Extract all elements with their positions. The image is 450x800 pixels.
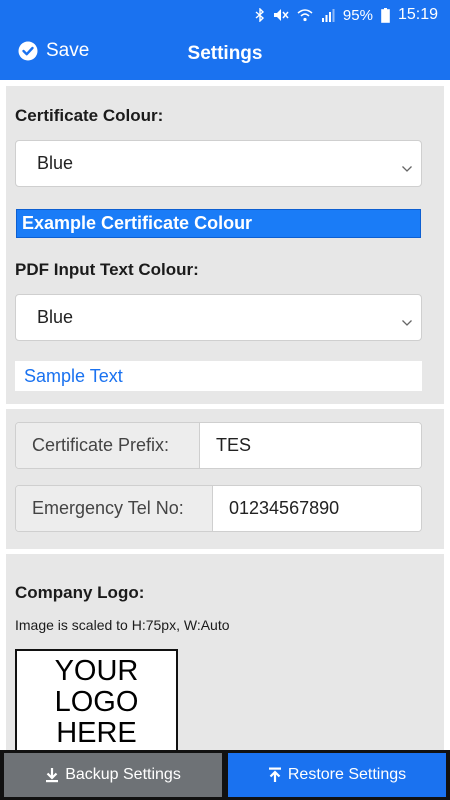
chevron-down-icon: [401, 311, 413, 332]
status-bar: 95% 15:19: [0, 0, 450, 30]
company-logo-placeholder[interactable]: YOUR LOGO HERE: [15, 649, 178, 750]
example-certificate-colour: Example Certificate Colour: [16, 209, 421, 238]
app-bar: Save Settings: [0, 30, 450, 80]
logo-scale-hint: Image is scaled to H:75px, W:Auto: [15, 617, 230, 633]
pdf-text-colour-select[interactable]: Blue: [15, 294, 422, 341]
backup-settings-button[interactable]: Backup Settings: [4, 753, 222, 797]
upload-icon: [268, 767, 282, 783]
logo-placeholder-line: HERE: [56, 717, 137, 749]
certificate-prefix-group: Certificate Prefix: TES: [15, 422, 422, 469]
logo-placeholder-line: LOGO: [54, 686, 139, 718]
signal-icon: [321, 8, 335, 22]
wifi-icon: [297, 8, 313, 22]
restore-settings-label: Restore Settings: [287, 766, 407, 783]
pdf-text-colour-value: Blue: [37, 307, 74, 327]
certificate-colour-select[interactable]: Blue: [15, 140, 422, 187]
certificate-colour-value: Blue: [37, 153, 74, 173]
download-icon: [45, 767, 59, 783]
company-logo-label: Company Logo:: [15, 583, 145, 602]
emergency-tel-group: Emergency Tel No: 01234567890: [15, 485, 422, 532]
certificate-details-panel: Certificate Prefix: TES Emergency Tel No…: [6, 409, 444, 549]
bluetooth-icon: [255, 8, 265, 22]
certificate-prefix-input[interactable]: TES: [200, 423, 421, 468]
battery-level: 95%: [342, 6, 373, 24]
page-title: Settings: [187, 43, 263, 64]
sample-text-preview: Sample Text: [15, 361, 422, 391]
battery-icon: [381, 7, 390, 23]
company-logo-panel: Company Logo: Image is scaled to H:75px,…: [6, 554, 444, 750]
clock: 15:19: [397, 6, 438, 23]
backup-settings-label: Backup Settings: [65, 766, 181, 783]
pdf-text-colour-label: PDF Input Text Colour:: [15, 260, 199, 279]
restore-settings-button[interactable]: Restore Settings: [228, 753, 446, 797]
settings-content[interactable]: Certificate Colour: Blue Example Certifi…: [0, 80, 450, 750]
colour-settings-panel: Certificate Colour: Blue Example Certifi…: [6, 86, 444, 404]
logo-placeholder-line: YOUR: [54, 655, 139, 687]
bottom-action-bar: Backup Settings Restore Settings: [0, 750, 450, 800]
chevron-down-icon: [401, 157, 413, 178]
mute-icon: [273, 8, 289, 22]
certificate-colour-label: Certificate Colour:: [15, 106, 164, 125]
certificate-prefix-label: Certificate Prefix:: [16, 423, 200, 468]
emergency-tel-label: Emergency Tel No:: [16, 486, 213, 531]
emergency-tel-input[interactable]: 01234567890: [213, 486, 421, 531]
